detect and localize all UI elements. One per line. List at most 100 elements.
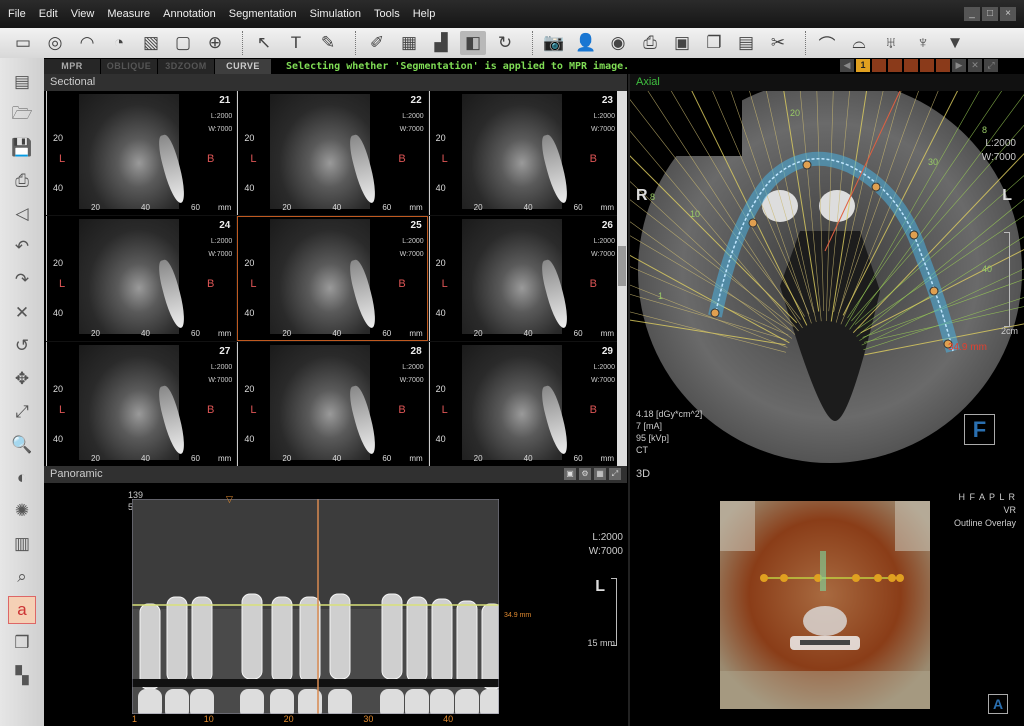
menu-simulation[interactable]: Simulation: [310, 8, 361, 20]
page-1-button[interactable]: 1: [856, 59, 870, 72]
pan-button[interactable]: ✥: [8, 365, 36, 393]
page-slot[interactable]: [904, 59, 918, 72]
menu-measure[interactable]: Measure: [107, 8, 150, 20]
export-button[interactable]: ⎙: [637, 31, 663, 55]
angle-button[interactable]: ◁: [8, 200, 36, 228]
tab-mpr[interactable]: MPR: [44, 58, 100, 74]
cube-button[interactable]: ❒: [8, 629, 36, 657]
copy-button[interactable]: ❐: [701, 31, 727, 55]
sectional-slice[interactable]: 28 L:2000 W:7000 L B 20 40 20 40 60 mm: [237, 341, 428, 466]
camera-button[interactable]: 📷: [541, 31, 567, 55]
rotate-volume-button[interactable]: ↻: [492, 31, 518, 55]
sectional-slice[interactable]: 29 L:2000 W:7000 L B 20 40 20 40 60 mm: [428, 341, 619, 466]
lower-tooth: [165, 689, 189, 714]
magnifier-button[interactable]: ⌕: [8, 563, 36, 591]
sectional-slice[interactable]: 21 L:2000 W:7000 L B 20 40 20 40 60 mm: [46, 91, 237, 216]
pen-button[interactable]: ✎: [315, 31, 341, 55]
edit-image-button[interactable]: ✐: [364, 31, 390, 55]
page-slot[interactable]: [872, 59, 886, 72]
sectional-slice[interactable]: 26 L:2000 W:7000 L B 20 40 20 40 60 mm: [428, 216, 619, 341]
curve-button[interactable]: ⌒: [814, 31, 840, 55]
arch-label: 8: [982, 125, 988, 135]
tools-button[interactable]: ✂: [765, 31, 791, 55]
histogram-button[interactable]: ▟: [428, 31, 454, 55]
annotation-button[interactable]: a: [8, 596, 36, 624]
curve-m-button[interactable]: ⌓: [846, 31, 872, 55]
expand-icon[interactable]: ⤢: [609, 468, 621, 480]
layout-button[interactable]: ▤: [733, 31, 759, 55]
sectional-slice[interactable]: 24 L:2000 W:7000 L B 20 40 20 40 60 mm: [46, 216, 237, 341]
3d-panel[interactable]: 3D H F A P L R VR Outline Overlay A: [628, 466, 1024, 726]
tab-3dzoom[interactable]: 3DZOOM: [158, 58, 214, 74]
panoramic-panel[interactable]: Panoramic ▣⚙▦⤢ 139 5Y 34.9 mm ▽ 11020304…: [44, 466, 627, 726]
ruler-button[interactable]: ▭: [10, 31, 36, 55]
roi-button[interactable]: ▢: [170, 31, 196, 55]
print-button[interactable]: ⎙: [8, 167, 36, 195]
menu-segmentation[interactable]: Segmentation: [229, 8, 297, 20]
rotate-button[interactable]: ↺: [8, 332, 36, 360]
checker-button[interactable]: ▚: [8, 662, 36, 690]
section-marker-icon[interactable]: ▽: [226, 494, 233, 505]
disc-button[interactable]: ◉: [605, 31, 631, 55]
page-slot[interactable]: [936, 59, 950, 72]
text-button[interactable]: T: [283, 31, 309, 55]
arch-button[interactable]: ◠: [74, 31, 100, 55]
menu-annotation[interactable]: Annotation: [163, 8, 216, 20]
tape-measure-button[interactable]: ◎: [42, 31, 68, 55]
menu-help[interactable]: Help: [413, 8, 436, 20]
3d-volume-render[interactable]: [720, 501, 930, 709]
axial-panel[interactable]: Axial 20 30 10 40 1 8 8 L:2000 W:7000 R …: [628, 74, 1024, 466]
menu-view[interactable]: View: [71, 8, 95, 20]
menu-tools[interactable]: Tools: [374, 8, 400, 20]
view-orientation-badge[interactable]: F: [964, 414, 995, 445]
adjust-button[interactable]: ⤢: [8, 398, 36, 426]
zoom-button[interactable]: 🔍: [8, 431, 36, 459]
menu-edit[interactable]: Edit: [39, 8, 58, 20]
sectional-slice[interactable]: 25 L:2000 W:7000 L B 20 40 20 40 60 mm: [237, 216, 428, 341]
open-folder-button[interactable]: 🗁: [8, 101, 36, 129]
profile-button[interactable]: ▧: [138, 31, 164, 55]
open-button[interactable]: ▤: [8, 68, 36, 96]
select-image-button[interactable]: ▦: [396, 31, 422, 55]
page-slot[interactable]: [888, 59, 902, 72]
expand-button[interactable]: ⤢: [984, 59, 998, 72]
pointer-button[interactable]: ↖: [251, 31, 277, 55]
gradient-button[interactable]: ▥: [8, 530, 36, 558]
tab-curve[interactable]: CURVE: [215, 58, 271, 74]
menu-file[interactable]: File: [8, 8, 26, 20]
brightness-button[interactable]: ✺: [8, 497, 36, 525]
sectional-slice[interactable]: 22 L:2000 W:7000 L B 20 40 20 40 60 mm: [237, 91, 428, 216]
implant-button[interactable]: ▼: [942, 31, 968, 55]
patient-button[interactable]: 👤: [573, 31, 599, 55]
redo-button[interactable]: ↷: [8, 266, 36, 294]
close-button[interactable]: ×: [1000, 7, 1016, 21]
minimize-button[interactable]: _: [964, 7, 980, 21]
scroll-thumb[interactable]: [618, 246, 626, 286]
x-tick: 40: [141, 328, 150, 338]
contrast-button[interactable]: ◐: [8, 464, 36, 492]
page-slot[interactable]: [920, 59, 934, 72]
import-button[interactable]: ▣: [669, 31, 695, 55]
teeth-button[interactable]: ♅: [878, 31, 904, 55]
segmentation-overlay-button[interactable]: ◧: [460, 31, 486, 55]
sectional-slice[interactable]: 27 L:2000 W:7000 L B 20 40 20 40 60 mm: [46, 341, 237, 466]
prev-page-button[interactable]: ◀: [840, 59, 854, 72]
next-page-button[interactable]: ▶: [952, 59, 966, 72]
panoramic-image[interactable]: [132, 499, 499, 714]
sectional-slice[interactable]: 23 L:2000 W:7000 L B 20 40 20 40 60 mm: [428, 91, 619, 216]
grid-button[interactable]: ⊕: [202, 31, 228, 55]
settings-icon[interactable]: ⚙: [579, 468, 591, 480]
lower-tooth: [480, 689, 499, 714]
save-button[interactable]: 💾: [8, 134, 36, 162]
undo-button[interactable]: ↶: [8, 233, 36, 261]
teeth-m-button[interactable]: ♆: [910, 31, 936, 55]
grid-view-icon[interactable]: ▦: [594, 468, 606, 480]
close-layout-button[interactable]: ✕: [968, 59, 982, 72]
snapshot-icon[interactable]: ▣: [564, 468, 576, 480]
delete-button[interactable]: ✕: [8, 299, 36, 327]
view-orientation-badge[interactable]: A: [988, 694, 1008, 714]
arch-3d-button[interactable]: ◔: [106, 31, 132, 55]
restore-button[interactable]: □: [982, 7, 998, 21]
sectional-scrollbar[interactable]: [617, 91, 627, 466]
tab-oblique[interactable]: OBLIQUE: [101, 58, 157, 74]
